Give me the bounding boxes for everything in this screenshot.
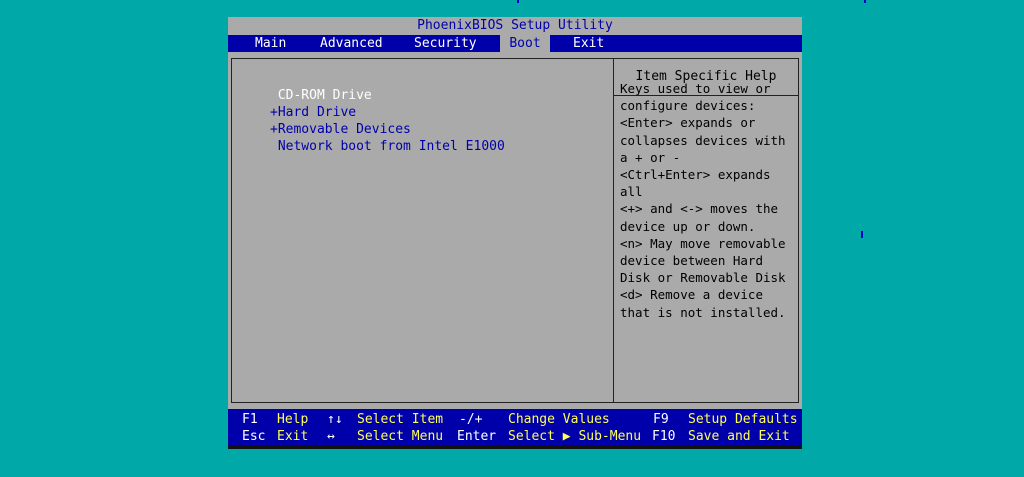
f9-desc: Setup Defaults <box>688 412 798 427</box>
enter-desc: Select ▶ Sub-Menu <box>508 429 642 444</box>
menu-bar: Main Advanced Security Boot Exit <box>228 35 802 52</box>
boot-item-network-boot[interactable]: Network boot from Intel E1000 <box>270 138 505 155</box>
enter-key: Enter <box>457 429 497 444</box>
screen-artifact <box>861 231 863 238</box>
boot-item-hard-drive[interactable]: +Hard Drive <box>270 104 505 121</box>
boot-item-cdrom[interactable]: CD-ROM Drive <box>270 87 505 104</box>
bios-setup-screen: PhoenixBIOS Setup Utility Main Advanced … <box>228 17 802 449</box>
f9-key: F9 <box>653 412 669 427</box>
f1-key: F1 <box>242 412 258 427</box>
screen-bottom-edge <box>228 446 802 449</box>
f1-desc: Help <box>277 412 309 427</box>
key-help-bar: F1 Help ↑↓ Select Item -/+ Change Values… <box>228 409 802 446</box>
screen-artifact <box>517 0 519 3</box>
screen-artifact <box>864 0 866 3</box>
plusminus-key: -/+ <box>459 412 483 427</box>
help-text: Keys used to view or configure devices: … <box>620 81 786 320</box>
leftright-desc: Select Menu <box>357 429 444 444</box>
panel-divider <box>613 59 614 402</box>
f10-desc: Save and Exit <box>688 429 790 444</box>
window-title: PhoenixBIOS Setup Utility <box>228 17 802 35</box>
tab-exit[interactable]: Exit <box>573 35 604 52</box>
esc-key: Esc <box>242 429 266 444</box>
boot-order-list: CD-ROM Drive +Hard Drive +Removable Devi… <box>270 87 505 155</box>
tab-advanced[interactable]: Advanced <box>320 35 383 52</box>
updown-desc: Select Item <box>357 412 444 427</box>
boot-item-removable-devices[interactable]: +Removable Devices <box>270 121 505 138</box>
tab-boot[interactable]: Boot <box>500 35 550 52</box>
tab-main[interactable]: Main <box>255 35 286 52</box>
esc-desc: Exit <box>277 429 309 444</box>
f10-key: F10 <box>652 429 676 444</box>
updown-arrows-icon: ↑↓ <box>327 412 343 427</box>
leftright-arrows-icon: ↔ <box>327 429 335 444</box>
plusminus-desc: Change Values <box>508 412 610 427</box>
tab-security[interactable]: Security <box>414 35 477 52</box>
